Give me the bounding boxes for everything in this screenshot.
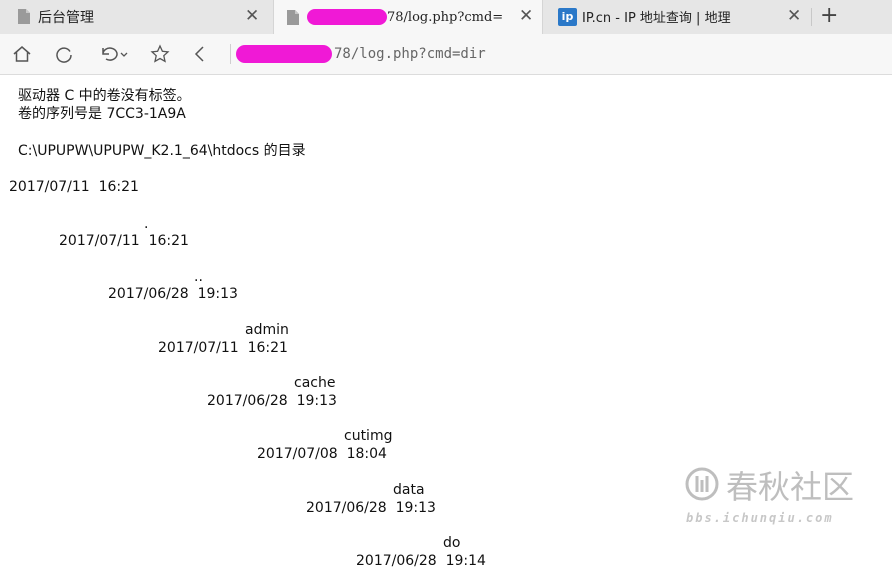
entry-name: cache [294,375,336,391]
address-bar[interactable]: 78/log.php?cmd=dir [236,39,876,69]
tab-admin[interactable]: 后台管理 ✕ [0,0,272,33]
volume-serial-line: 卷的序列号是 7CC3-1A9A [18,106,186,122]
tab-title: 78/log.php?cmd= [387,9,504,25]
entry-name: cutimg [344,428,393,444]
watermark-brand: 春秋社区 [726,468,854,506]
ichunqiu-watermark-logo: 春秋社区 bbs.ichunqiu.com [685,467,854,525]
volume-label-line: 驱动器 C 中的卷没有标签。 [18,88,191,104]
entry-date: 2017/07/11 16:21 [158,340,288,356]
entry-date: 2017/06/28 19:14 [356,553,486,569]
close-icon[interactable]: ✕ [519,6,533,26]
tab-divider [811,8,812,26]
entry-date: 2017/06/28 19:13 [207,393,337,409]
undo-icon [102,47,128,61]
entry-date: 2017/06/28 19:13 [108,286,238,302]
entry-date: 2017/07/08 18:04 [257,446,387,462]
browser-toolbar: 78/log.php?cmd=dir [0,34,892,75]
tab-ip-cn[interactable]: ip IP.cn - IP 地址查询 | 地理 ✕ [548,0,810,33]
refresh-button[interactable] [52,42,76,66]
close-icon[interactable]: ✕ [245,6,259,26]
entry-name: . [144,216,149,232]
tab-log-php[interactable]: 78/log.php?cmd= ✕ [273,0,543,34]
tab-title: IP.cn - IP 地址查询 | 地理 [582,11,731,26]
entry-date: 2017/07/11 16:21 [9,179,139,195]
redaction-mark [236,45,332,63]
home-button[interactable] [10,42,34,66]
address-divider [230,44,231,64]
watermark-site: bbs.ichunqiu.com [686,511,834,525]
entry-name: admin [245,322,289,338]
undo-closed-tab-button[interactable] [96,42,132,66]
entry-date: 2017/07/11 16:21 [59,233,189,249]
entry-name: data [393,482,425,498]
entry-name: do [443,535,461,551]
address-text: 78/log.php?cmd=dir [334,46,486,62]
directory-path-line: C:\UPUPW\UPUPW_K2.1_64\htdocs 的目录 [18,143,306,159]
entry-date: 2017/06/28 19:13 [306,500,436,516]
refresh-icon [56,47,72,63]
home-icon [13,46,31,62]
close-icon[interactable]: ✕ [787,6,801,26]
favorite-button[interactable] [148,42,172,66]
chevron-left-icon [194,46,204,62]
page-icon [287,9,299,25]
page-icon [18,9,30,24]
redaction-mark [307,9,387,25]
tab-title: 后台管理 [38,9,94,26]
tab-bar: 后台管理 ✕ 78/log.php?cmd= ✕ ip IP.cn - IP 地… [0,0,892,34]
back-button[interactable] [188,42,212,66]
entry-name: .. [194,269,203,285]
star-icon [150,44,170,63]
ip-logo-icon: ip [558,7,577,26]
new-tab-button[interactable]: + [820,3,838,28]
